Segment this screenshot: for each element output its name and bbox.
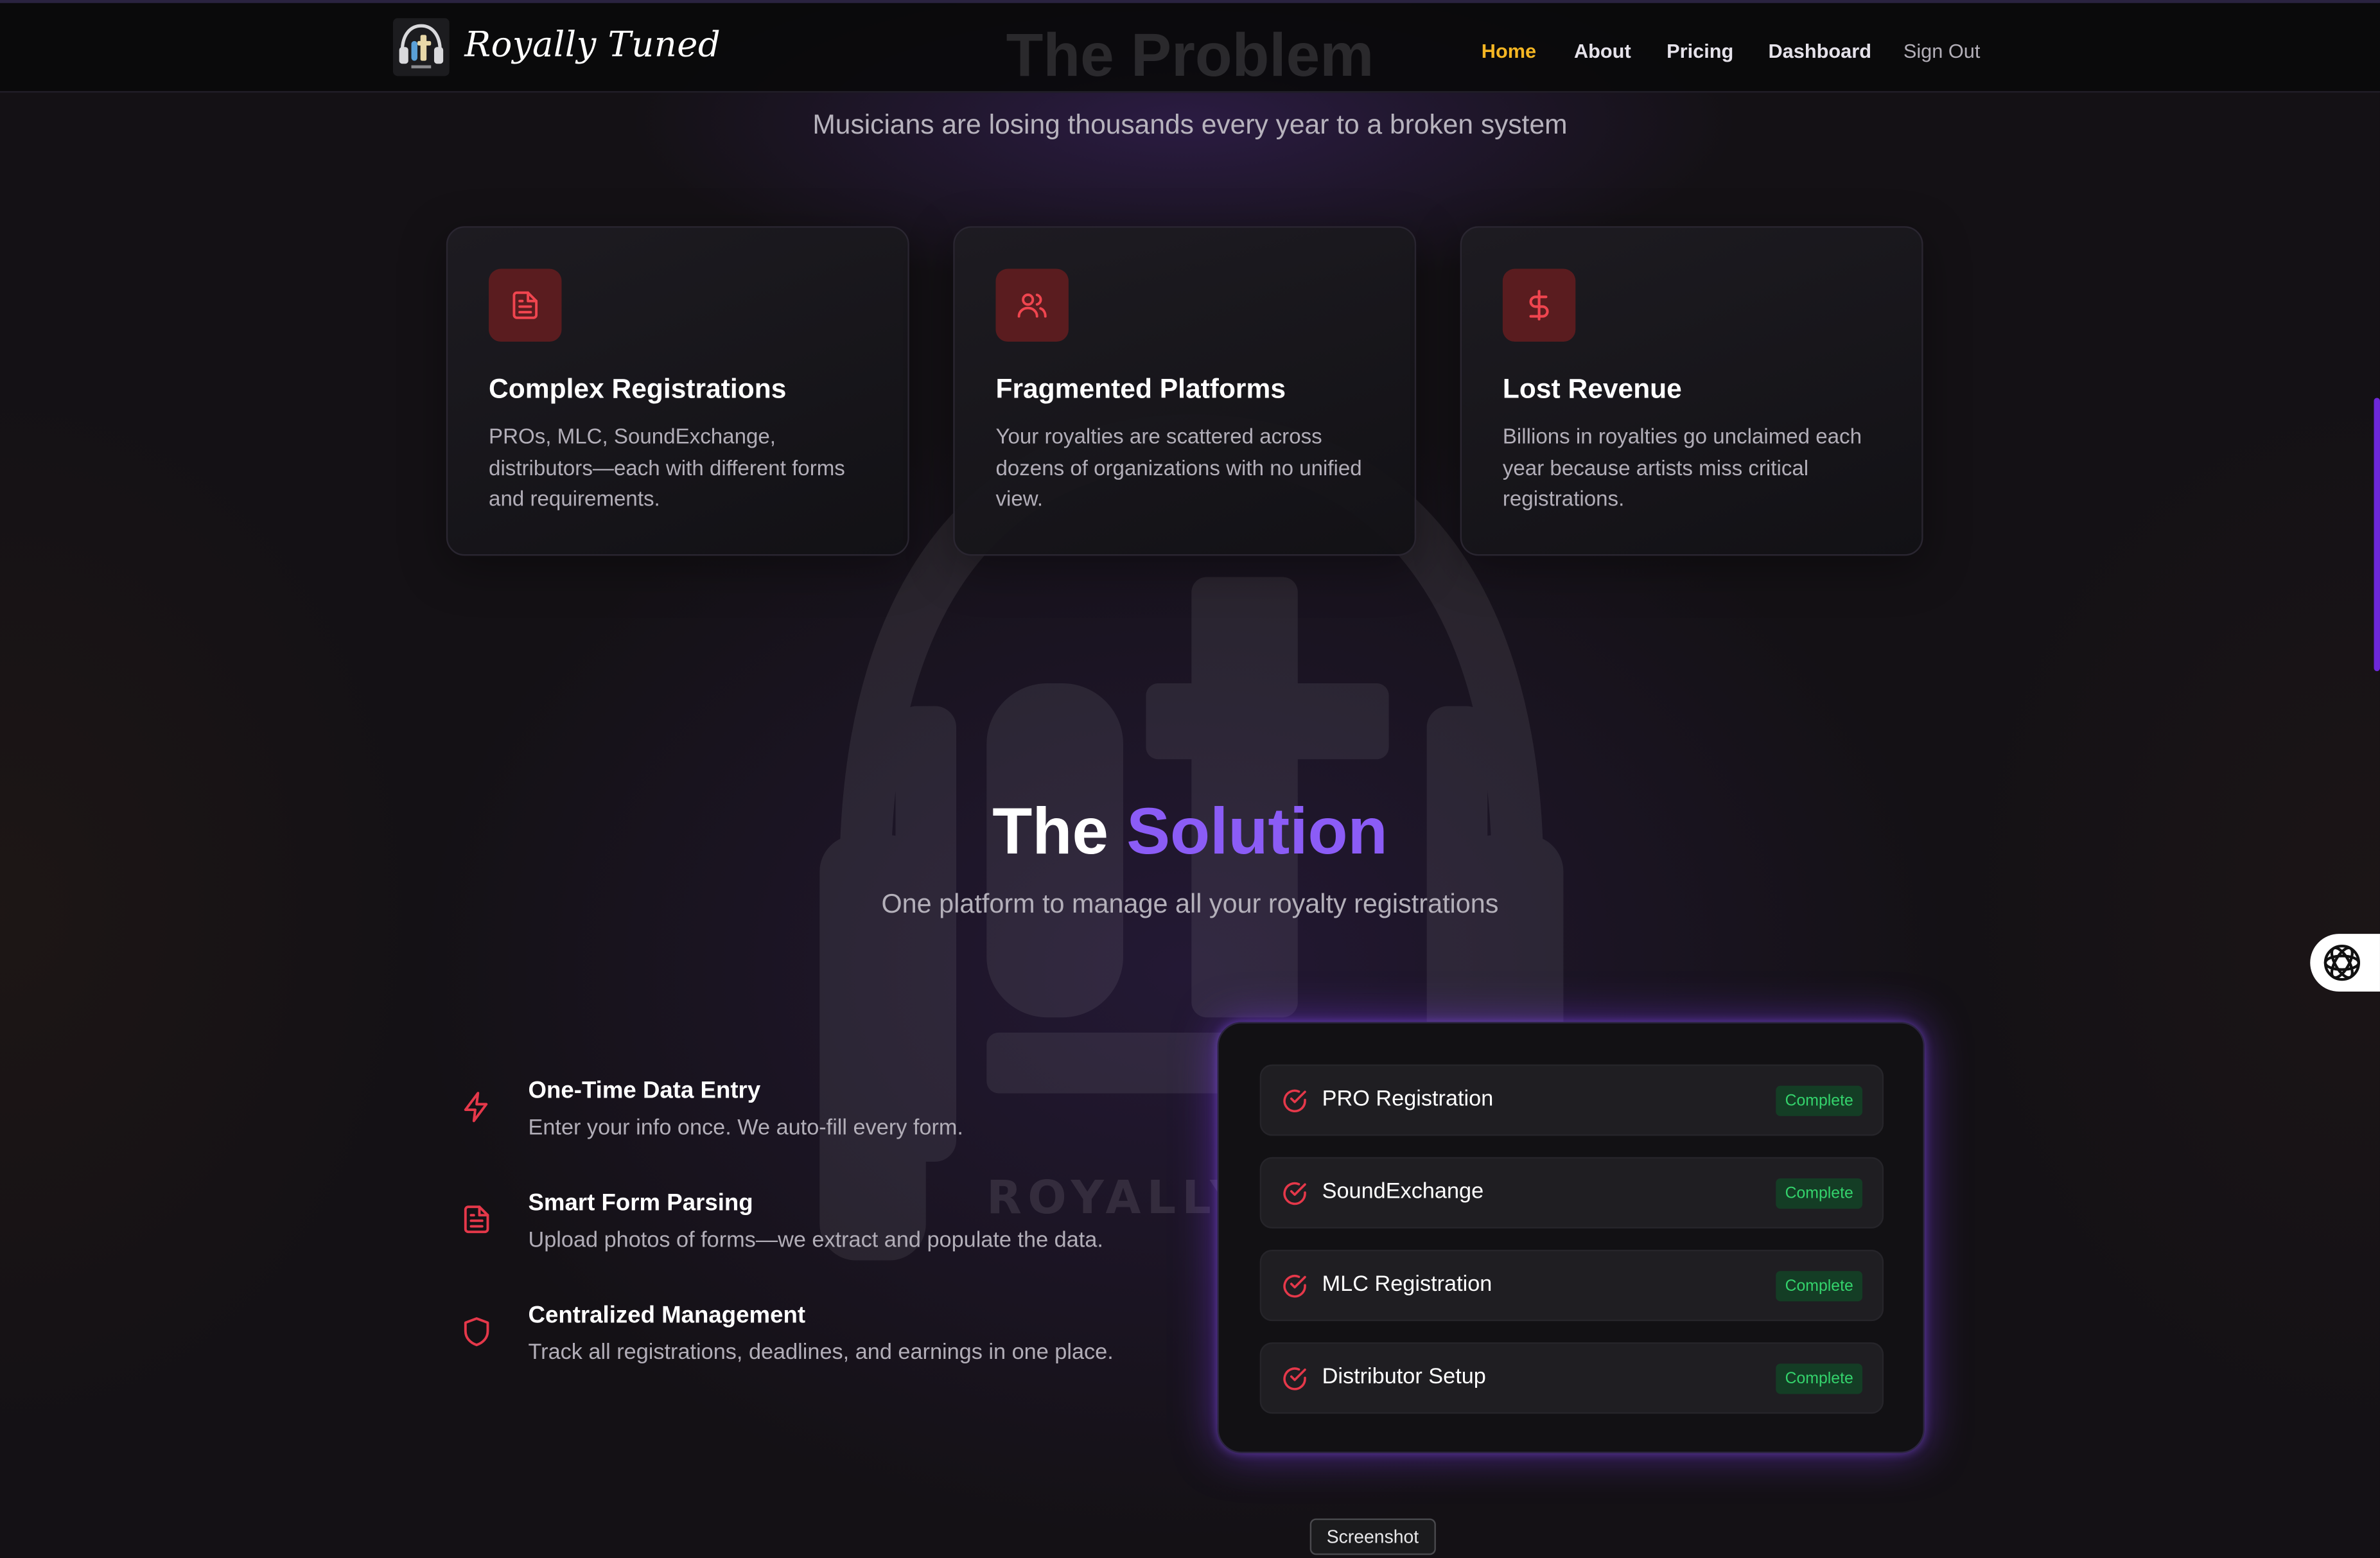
assistant-widget-button[interactable] — [2310, 934, 2380, 992]
feature-title: One-Time Data Entry — [528, 1078, 761, 1104]
feature-title: Centralized Management — [528, 1302, 806, 1329]
feature-text: Enter your info once. We auto-fill every… — [528, 1116, 963, 1141]
users-icon — [1017, 293, 1047, 318]
document-icon — [464, 1205, 489, 1234]
status-label: Distributor Setup — [1322, 1365, 1486, 1390]
check-circle-icon — [1283, 1182, 1306, 1205]
nav-pricing[interactable]: Pricing — [1667, 39, 1733, 62]
solution-title-prefix: The — [992, 795, 1108, 869]
problem-title: The Problem — [1006, 22, 1374, 90]
feature-data-entry: One-Time Data Entry Enter your info once… — [460, 1078, 1173, 1163]
problem-card-platforms: Fragmented Platforms Your royalties are … — [953, 226, 1417, 556]
card-icon-box — [995, 268, 1069, 342]
card-text: Your royalties are scattered across doze… — [995, 423, 1362, 511]
status-row[interactable]: Distributor Setup Complete — [1259, 1342, 1884, 1414]
card-title: Fragmented Platforms — [995, 373, 1286, 404]
status-row[interactable]: PRO Registration Complete — [1259, 1064, 1884, 1136]
status-badge: Complete — [1776, 1363, 1863, 1394]
solution-title: The Solution — [0, 796, 2380, 870]
card-icon-box — [489, 268, 562, 342]
card-title: Complex Registrations — [489, 373, 787, 404]
status-row[interactable]: SoundExchange Complete — [1259, 1157, 1884, 1229]
openai-icon — [2323, 944, 2361, 981]
nav-sign-out[interactable]: Sign Out — [1903, 39, 1981, 62]
check-circle-icon — [1283, 1275, 1306, 1298]
feature-text: Upload photos of forms—we extract and po… — [528, 1228, 1103, 1253]
feature-centralized: Centralized Management Track all registr… — [460, 1303, 1173, 1388]
nav-about[interactable]: About — [1574, 39, 1631, 62]
status-label: PRO Registration — [1322, 1087, 1494, 1112]
status-label: SoundExchange — [1322, 1180, 1484, 1205]
feature-title: Smart Form Parsing — [528, 1190, 753, 1216]
feature-form-parsing: Smart Form Parsing Upload photos of form… — [460, 1191, 1173, 1275]
status-badge: Complete — [1776, 1271, 1863, 1302]
document-icon — [512, 291, 538, 319]
problem-card-revenue: Lost Revenue Billions in royalties go un… — [1460, 226, 1923, 556]
card-text: PROs, MLC, SoundExchange, distributors—e… — [489, 423, 845, 511]
solution-title-accent: Solution — [1126, 795, 1388, 869]
shield-icon — [464, 1317, 489, 1347]
card-title: Lost Revenue — [1502, 373, 1682, 404]
check-circle-icon — [1283, 1089, 1306, 1112]
problem-subtitle: Musicians are losing thousands every yea… — [812, 109, 1568, 140]
check-circle-icon — [1283, 1367, 1306, 1390]
card-icon-box — [1502, 268, 1576, 342]
screenshot-tooltip: Screenshot — [1309, 1518, 1436, 1555]
status-badge: Complete — [1776, 1178, 1863, 1209]
problem-card-registrations: Complex Registrations PROs, MLC, SoundEx… — [446, 226, 909, 556]
lightning-icon — [464, 1092, 488, 1123]
feature-text: Track all registrations, deadlines, and … — [528, 1340, 1114, 1365]
solution-subtitle: One platform to manage all your royalty … — [881, 888, 1499, 919]
page: ROYALLY Royally Tuned The Problem Home A… — [0, 0, 2380, 1558]
registration-status-panel: PRO Registration Complete SoundExchange … — [1217, 1022, 1925, 1453]
nav-dashboard[interactable]: Dashboard — [1768, 39, 1871, 62]
status-badge: Complete — [1776, 1085, 1863, 1116]
card-text: Billions in royalties go unclaimed each … — [1502, 423, 1862, 511]
status-row[interactable]: MLC Registration Complete — [1259, 1249, 1884, 1322]
status-label: MLC Registration — [1322, 1272, 1492, 1297]
navbar: Royally Tuned The Problem Home About Pri… — [0, 0, 2380, 93]
dollar-icon — [1529, 290, 1549, 320]
nav-home[interactable]: Home — [1482, 39, 1536, 62]
scrollbar-thumb[interactable] — [2374, 398, 2380, 672]
